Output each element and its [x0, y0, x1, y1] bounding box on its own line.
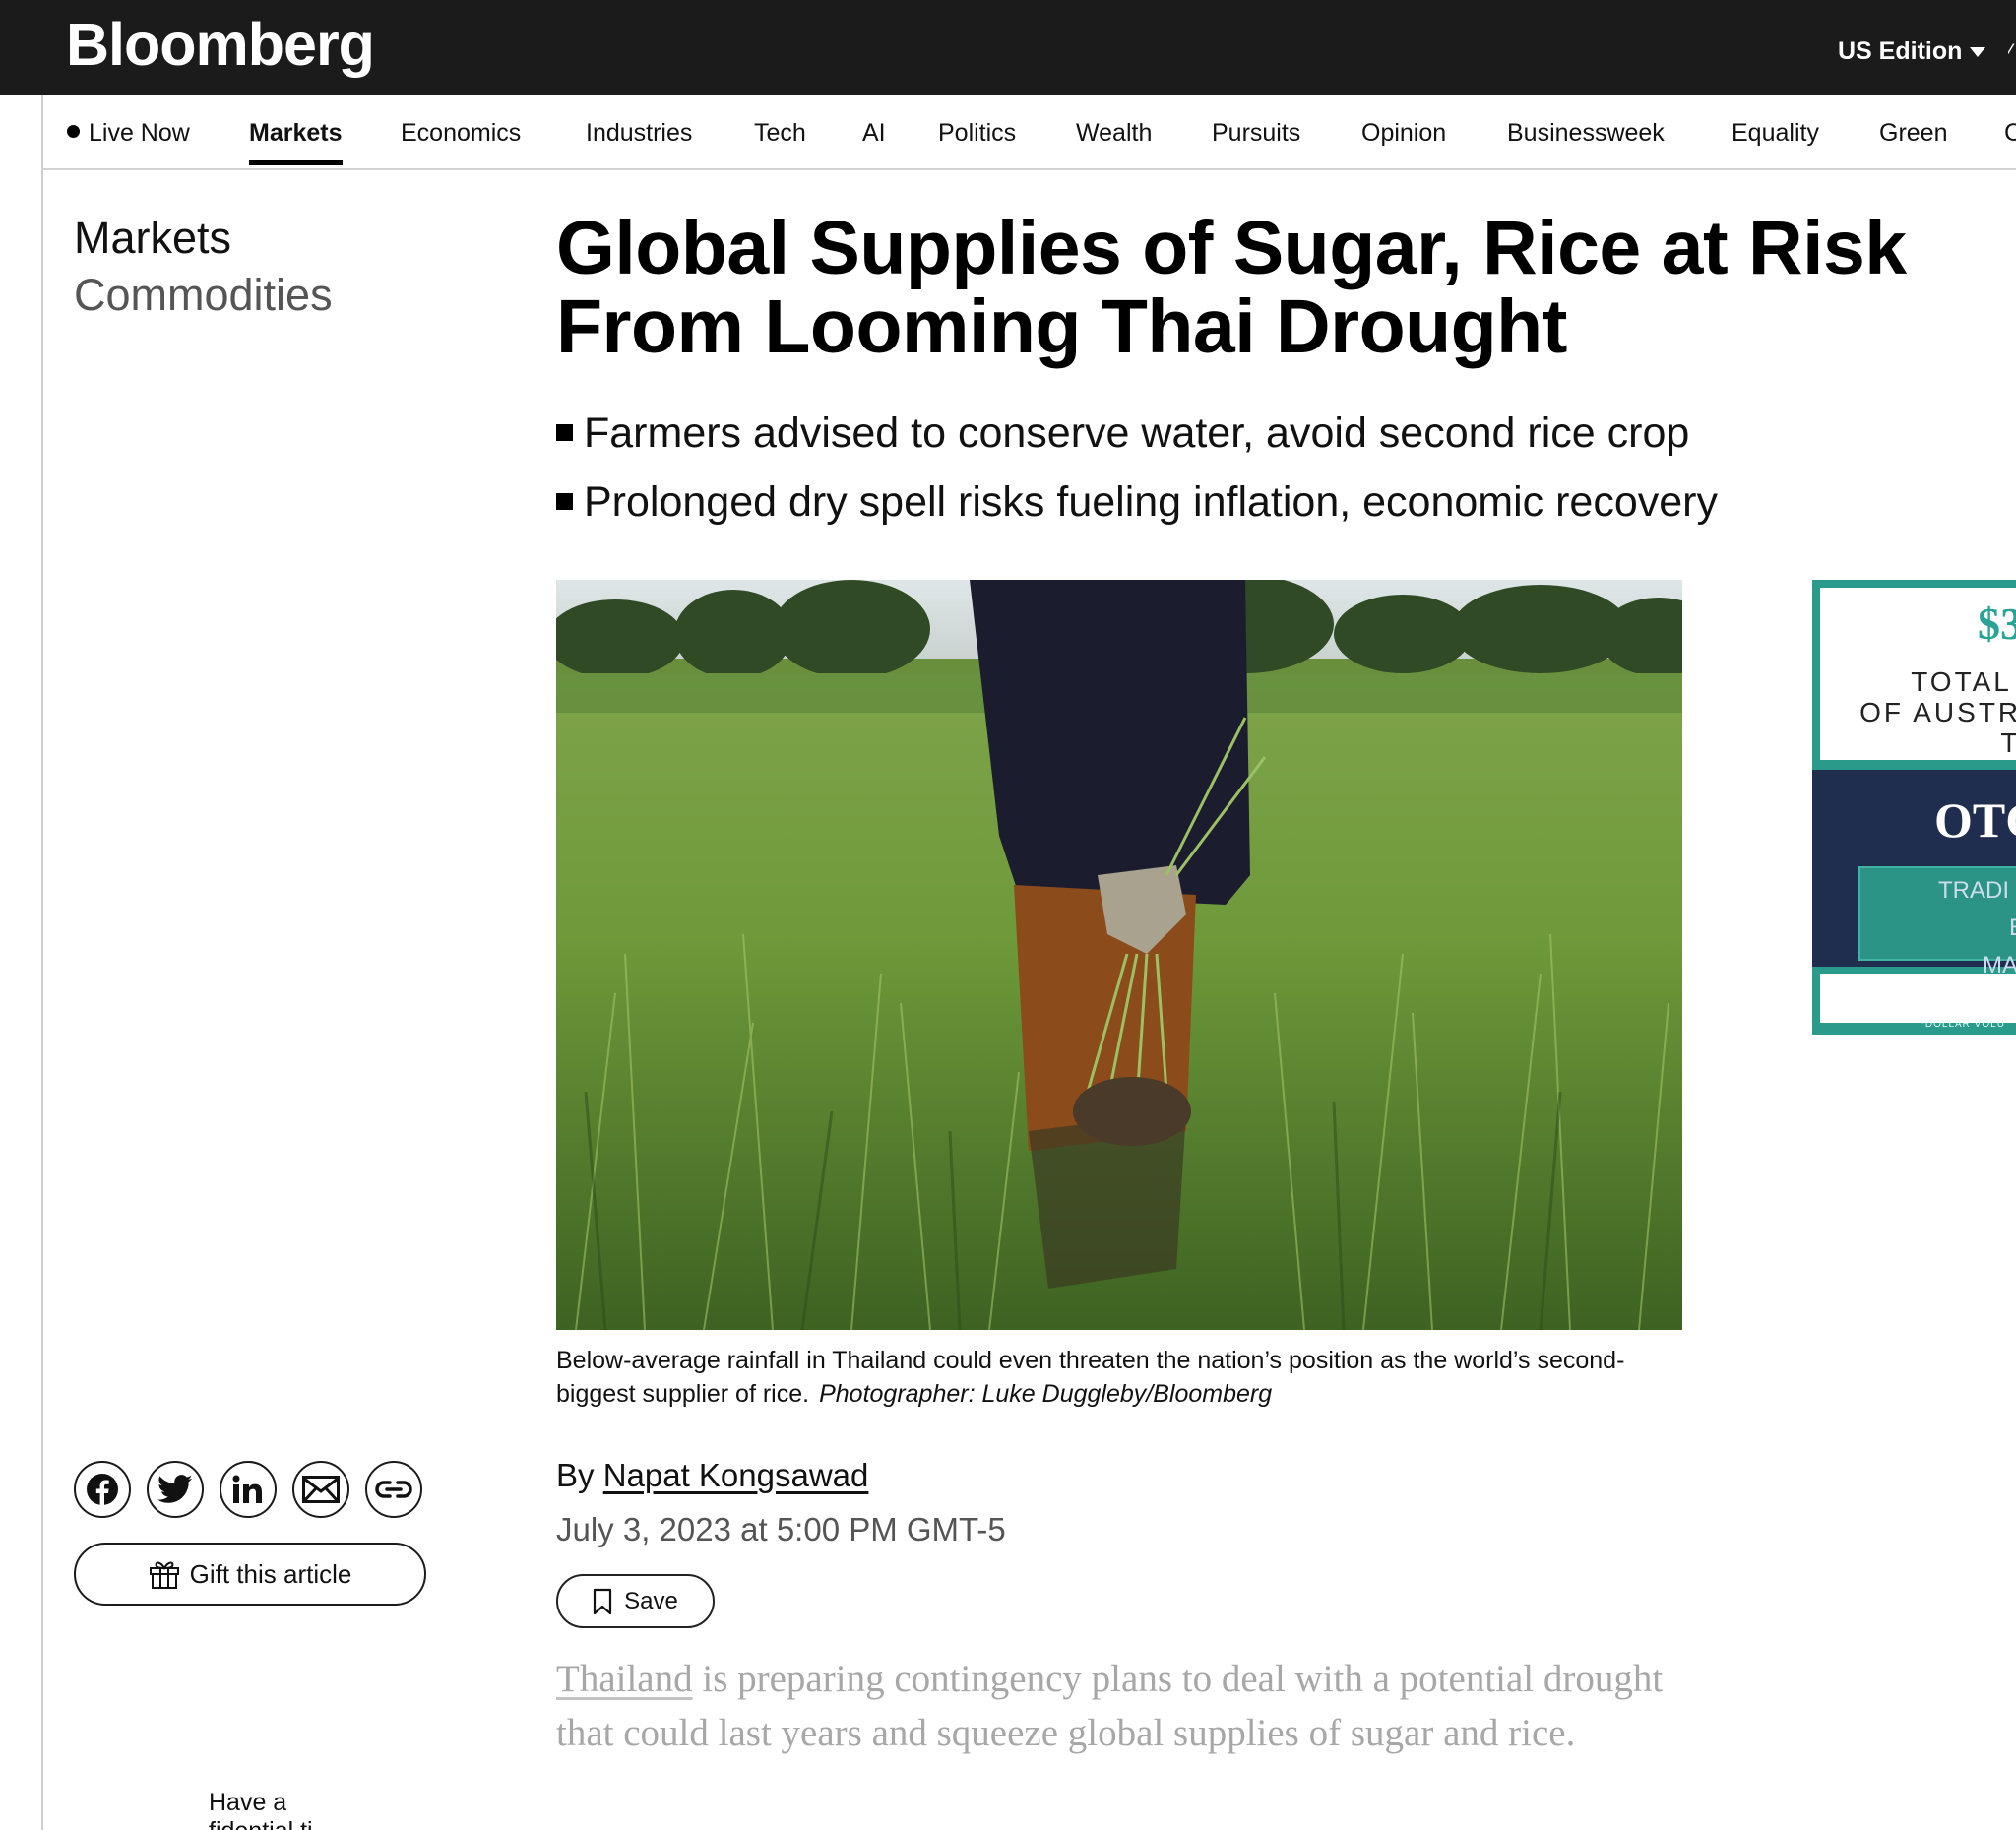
body-text: is preparing contingency plans to deal w… — [556, 1658, 1664, 1754]
article-kicker: Markets Commodities — [74, 210, 333, 324]
summary-bullet: Farmers advised to conserve water, avoid… — [556, 399, 1993, 468]
nav-overflow-item[interactable]: C — [2004, 119, 2016, 148]
facebook-share-button[interactable] — [74, 1461, 131, 1518]
gift-icon — [149, 1561, 179, 1589]
topbar-overflow: ⁄ — [2008, 39, 2012, 59]
nav-businessweek[interactable]: Businessweek — [1507, 119, 1665, 148]
ad-bottom-panel — [1820, 974, 2016, 1023]
top-bar: Bloomberg US Edition ⁄ — [0, 0, 2016, 95]
publish-date: July 3, 2023 at 5:00 PM GMT-5 — [556, 1511, 1006, 1547]
nav-tech[interactable]: Tech — [754, 119, 806, 148]
bloomberg-logo[interactable]: Bloomberg — [66, 10, 375, 79]
advertisement[interactable]: $3 TOTAL D OF AUSTRA TR OTC TRADI E MA *… — [1812, 580, 2016, 1035]
gift-label: Gift this article — [189, 1558, 352, 1589]
share-bar — [74, 1461, 428, 1524]
nav-politics[interactable]: Politics — [938, 119, 1016, 148]
ad-cta-line: E — [1938, 910, 2016, 947]
ad-line: TOTAL D — [1911, 666, 2016, 697]
nav-green[interactable]: Green — [1879, 119, 1947, 148]
email-icon — [302, 1476, 340, 1503]
edition-label: US Edition — [1838, 37, 1963, 65]
linkedin-icon — [232, 1475, 262, 1503]
twitter-icon — [158, 1475, 193, 1503]
nav-opinion[interactable]: Opinion — [1361, 119, 1446, 148]
byline: By Napat Kongsawad — [556, 1457, 868, 1494]
ad-brand: OTC — [1934, 792, 2016, 848]
nav-ai[interactable]: AI — [862, 119, 886, 148]
nav-industries[interactable]: Industries — [586, 119, 692, 148]
nav-pursuits[interactable]: Pursuits — [1212, 119, 1300, 148]
summary-bullet: Prolonged dry spell risks fueling inflat… — [556, 468, 1993, 536]
article-body-paragraph: Thailand is preparing contingency plans … — [556, 1652, 1698, 1760]
linkedin-share-button[interactable] — [220, 1461, 277, 1518]
left-rule — [41, 95, 43, 1830]
ad-footnote: *DOLLAR VOLU — [1921, 1019, 2005, 1030]
section-nav: Live Now Markets Economics Industries Te… — [43, 95, 2016, 170]
bookmark-icon — [594, 1588, 612, 1614]
copy-link-button[interactable] — [365, 1461, 422, 1518]
gift-article-button[interactable]: Gift this article — [74, 1543, 426, 1606]
live-dot-icon — [67, 125, 80, 138]
ad-line: OF AUSTRA — [1859, 697, 2016, 727]
nav-economics[interactable]: Economics — [401, 119, 521, 148]
save-label: Save — [624, 1587, 678, 1614]
ad-cta-line: TRADI — [1938, 877, 2009, 904]
tip-prompt[interactable]: Have a fidential ti — [209, 1789, 346, 1830]
byline-prefix: By — [556, 1457, 595, 1493]
kicker-section[interactable]: Markets — [74, 210, 333, 267]
kicker-subsection[interactable]: Commodities — [74, 267, 333, 324]
photo-caption: Below-average rainfall in Thailand could… — [556, 1344, 1682, 1411]
ad-line: TR — [2000, 727, 2016, 758]
ad-cta-text: TRADI E MA — [1938, 872, 2016, 984]
author-link[interactable]: Napat Kongsawad — [603, 1457, 869, 1493]
nav-live-now[interactable]: Live Now — [67, 119, 190, 148]
article-headline: Global Supplies of Sugar, Rice at Risk F… — [556, 206, 1907, 369]
nav-live-now-label: Live Now — [89, 119, 190, 147]
nav-equality[interactable]: Equality — [1732, 119, 1819, 148]
summary-bullets: Farmers advised to conserve water, avoid… — [556, 399, 1993, 536]
facebook-icon — [87, 1474, 118, 1505]
thailand-link[interactable]: Thailand — [556, 1658, 693, 1700]
edition-selector[interactable]: US Edition — [1838, 37, 1986, 66]
twitter-share-button[interactable] — [147, 1461, 204, 1518]
nav-wealth[interactable]: Wealth — [1076, 119, 1152, 148]
lead-photo — [556, 580, 1682, 1330]
save-button[interactable]: Save — [556, 1574, 715, 1628]
photo-credit: Photographer: Luke Duggleby/Bloomberg — [819, 1380, 1273, 1408]
caret-down-icon — [1970, 47, 1986, 58]
lead-photo-illustration — [556, 580, 1682, 1330]
nav-markets[interactable]: Markets — [249, 119, 343, 165]
link-icon — [375, 1481, 412, 1498]
email-share-button[interactable] — [292, 1461, 349, 1518]
ad-amount: $3 — [1978, 599, 2016, 649]
ad-headline: TOTAL D OF AUSTRA TR — [1820, 666, 2016, 758]
